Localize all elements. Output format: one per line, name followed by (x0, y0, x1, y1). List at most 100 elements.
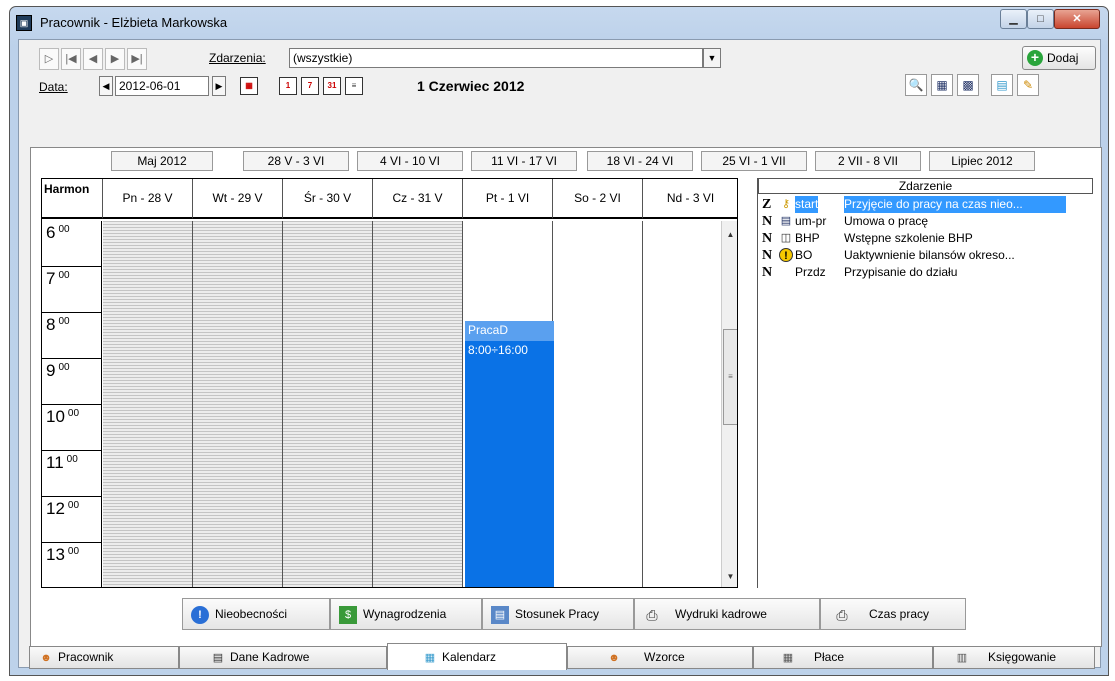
hr-printouts-button[interactable]: ⎙ Wydruki kadrowe (634, 598, 820, 630)
hour-minutes: 00 (67, 500, 80, 511)
event-row[interactable]: N ▤ um-pr Umowa o pracę (762, 213, 1098, 230)
harmon-header: Harmon (42, 179, 103, 219)
last-record-icon[interactable]: ▶| (127, 48, 147, 70)
date-field[interactable]: 2012-06-01 (115, 76, 209, 96)
day-column[interactable] (283, 221, 373, 587)
hour-value: 6 (46, 223, 56, 242)
day-header[interactable]: So - 2 VI (553, 179, 643, 219)
tab-kalendarz[interactable]: ▦ Kalendarz (387, 643, 567, 670)
printer-icon: ⎙ (646, 607, 658, 623)
scroll-down-icon[interactable]: ▼ (722, 569, 737, 585)
hour-minutes: 00 (58, 316, 70, 327)
week-button[interactable]: 18 VI - 24 VI (587, 151, 693, 171)
app-window: ▣ Pracownik - Elżbieta Markowska ▁ □ ✕ ▷… (9, 6, 1109, 676)
calendar-scrollbar[interactable]: ▲ ≡ ▼ (721, 221, 737, 587)
event-code: N (762, 265, 773, 280)
calendar-list-icon[interactable]: ≡ (345, 77, 363, 95)
event-row[interactable]: Z ⚷ start Przyjęcie do pracy na czas nie… (762, 196, 1098, 213)
day-column[interactable] (373, 221, 463, 587)
event-row[interactable]: N ◫ BHP Wstępne szkolenie BHP (762, 230, 1098, 247)
hour-label: 13 00 (42, 543, 102, 587)
absences-button[interactable]: ! Nieobecności (182, 598, 330, 630)
event-description: Uaktywnienie bilansów okreso... (844, 248, 1015, 262)
calendar-icon: ▦ (424, 652, 436, 664)
hour-value: 7 (46, 269, 56, 288)
printer-icon: ⎙ (836, 607, 848, 623)
schedule-edit-icon[interactable]: ▩ (957, 74, 979, 96)
calendar-week-icon[interactable]: 7 (301, 77, 319, 95)
event-row[interactable]: N ! BO Uaktywnienie bilansów okreso... (762, 247, 1098, 264)
event-symbol: start (795, 196, 819, 213)
event-row[interactable]: N Przdz Przypisanie do działu (762, 264, 1098, 281)
day-header[interactable]: Wt - 29 V (193, 179, 283, 219)
week-button[interactable]: 2 VII - 8 VII (815, 151, 921, 171)
title-bar[interactable]: ▣ Pracownik - Elżbieta Markowska ▁ □ ✕ (10, 7, 1108, 37)
week-button[interactable]: 11 VI - 17 VI (471, 151, 577, 171)
events-list: Zdarzenie Z ⚷ start Przyjęcie do pracy n… (757, 178, 1093, 588)
scroll-up-icon[interactable]: ▲ (722, 227, 737, 243)
employment-button[interactable]: ▤ Stosunek Pracy (482, 598, 634, 630)
week-button[interactable]: 4 VI - 10 VI (357, 151, 463, 171)
minimize-button[interactable]: ▁ (1000, 9, 1027, 29)
week-button[interactable]: 25 VI - 1 VII (701, 151, 807, 171)
scroll-thumb[interactable]: ≡ (723, 329, 737, 425)
date-prev-icon[interactable]: ◀ (99, 76, 113, 96)
tab-label: Pracownik (58, 650, 114, 664)
date-label: Data: (39, 80, 68, 94)
calendar-day-icon[interactable]: 1 (279, 77, 297, 95)
tab-place[interactable]: ▦ Płace (753, 646, 933, 669)
first-record-icon[interactable]: |◀ (61, 48, 81, 70)
hour-label: 8 00 (42, 313, 102, 359)
hour-value: 8 (46, 315, 56, 334)
hour-value: 13 (46, 545, 65, 564)
day-header[interactable]: Pt - 1 VI (463, 179, 553, 219)
calendar-view-icon[interactable]: ▤ (991, 74, 1013, 96)
hour-label: 11 00 (42, 451, 102, 497)
day-column[interactable] (193, 221, 283, 587)
hour-minutes: 00 (58, 362, 70, 373)
day-header[interactable]: Pn - 28 V (103, 179, 193, 219)
calendar-month-icon[interactable]: 31 (323, 77, 341, 95)
day-header[interactable]: Cz - 31 V (373, 179, 463, 219)
chevron-down-icon[interactable]: ▼ (703, 48, 721, 68)
event-code: N (762, 214, 773, 229)
close-button[interactable]: ✕ (1054, 9, 1100, 29)
day-header[interactable]: Nd - 3 VI (643, 179, 737, 219)
client-area: ▷ |◀ ◀ ▶ ▶| Zdarzenia: (wszystkie) ▼ + D… (18, 39, 1102, 670)
schedule-icon[interactable]: ▦ (931, 74, 953, 96)
event-symbol: um-pr (795, 214, 827, 228)
event-description: Przyjęcie do pracy na czas nieo... (844, 196, 1066, 213)
tab-dane-kadrowe[interactable]: ▤ Dane Kadrowe (179, 646, 387, 669)
hour-label: 10 00 (42, 405, 102, 451)
search-icon[interactable]: 🔍 (905, 74, 927, 96)
week-button[interactable]: Maj 2012 (111, 151, 213, 171)
next-record-icon[interactable]: ▶ (105, 48, 125, 70)
day-column[interactable] (103, 221, 193, 587)
calendar-event[interactable]: PracaD 8:00÷16:00 (465, 321, 554, 587)
salaries-button[interactable]: $ Wynagrodzenia (330, 598, 482, 630)
date-next-icon[interactable]: ▶ (212, 76, 226, 96)
hour-label: 7 00 (42, 267, 102, 313)
hour-label: 6 00 (42, 221, 102, 267)
week-button[interactable]: 28 V - 3 VI (243, 151, 349, 171)
week-button[interactable]: Lipiec 2012 (929, 151, 1035, 171)
tab-wzorce[interactable]: ☻ Wzorce (567, 646, 753, 669)
tab-pracownik[interactable]: ☻ Pracownik (29, 646, 179, 669)
add-button[interactable]: + Dodaj (1022, 46, 1096, 70)
work-time-button[interactable]: ⎙ Czas pracy (820, 598, 966, 630)
event-description: Umowa o pracę (844, 214, 929, 228)
pencil-icon[interactable]: ✎ (1017, 74, 1039, 96)
new-record-button[interactable]: ▷ (39, 48, 59, 70)
tab-ksiegowanie[interactable]: ▥ Księgowanie (933, 646, 1095, 669)
calendar-range-icon[interactable]: ▦ (240, 77, 258, 95)
events-filter-select[interactable]: (wszystkie) (289, 48, 703, 68)
tab-label: Wzorce (644, 650, 685, 664)
hour-minutes: 00 (58, 224, 70, 235)
maximize-button[interactable]: □ (1027, 9, 1054, 29)
day-column[interactable] (553, 221, 643, 587)
day-header[interactable]: Śr - 30 V (283, 179, 373, 219)
contract-icon: ▤ (491, 606, 509, 624)
hour-minutes: 00 (66, 454, 78, 465)
tab-label: Płace (814, 650, 845, 664)
prev-record-icon[interactable]: ◀ (83, 48, 103, 70)
